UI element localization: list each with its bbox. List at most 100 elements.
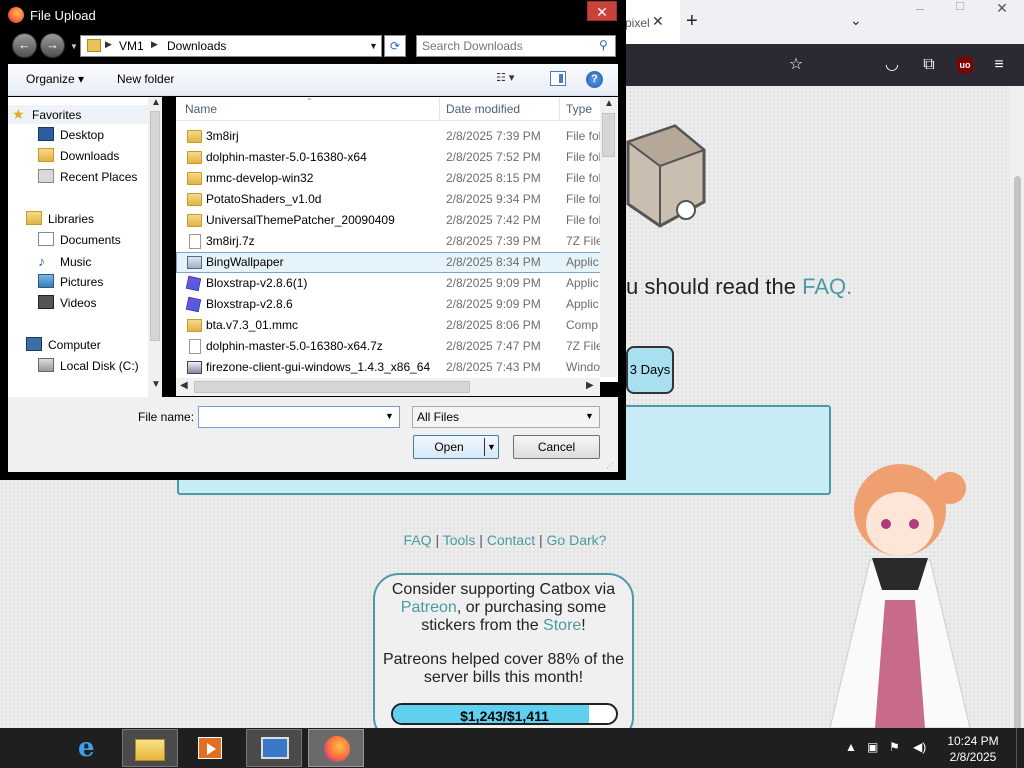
store-link[interactable]: Store	[543, 617, 581, 634]
file-list-hscrollbar-thumb[interactable]	[194, 381, 470, 393]
open-button[interactable]: Open ▼	[413, 435, 499, 459]
file-row[interactable]: Bloxstrap-v2.8.6(1) 2/8/2025 9:09 PM Appli…	[176, 273, 602, 294]
nav-downloads[interactable]: Downloads	[38, 147, 119, 166]
nav-libraries[interactable]: Libraries	[26, 210, 94, 229]
footer-link-go-dark[interactable]: Go Dark?	[547, 532, 607, 548]
maximize-icon[interactable]: ☐	[940, 0, 980, 22]
nav-computer[interactable]: Computer	[26, 336, 101, 355]
clock-time[interactable]: 10:24 PM	[938, 734, 1008, 748]
file-row[interactable]: bta.v7.3_01.mmc 2/8/2025 8:06 PM Comp	[176, 315, 602, 336]
file-list-scrollbar-thumb[interactable]	[602, 113, 615, 157]
minimize-icon[interactable]: –	[900, 0, 940, 22]
search-box[interactable]: ⚲	[416, 35, 616, 57]
footer-link-contact[interactable]: Contact	[487, 532, 535, 548]
column-divider[interactable]	[559, 97, 560, 121]
show-hidden-icons-icon[interactable]: ▲	[845, 740, 857, 754]
file-type-select[interactable]: All Files ▼	[412, 406, 600, 428]
bookmark-star-icon[interactable]: ☆	[785, 54, 807, 76]
nav-documents[interactable]: Documents	[38, 231, 121, 250]
scroll-up-icon[interactable]: ▲	[151, 97, 161, 108]
scroll-right-icon[interactable]: ▶	[586, 380, 594, 391]
taskbar-remote-desktop[interactable]	[246, 729, 302, 767]
recent-locations-dropdown-icon[interactable]: ▼	[70, 42, 78, 51]
column-type[interactable]: Type	[566, 102, 592, 116]
tab-close-icon[interactable]: ✕	[652, 13, 664, 30]
tab-list-chevron-icon[interactable]: ⌄	[850, 12, 862, 29]
file-row[interactable]: BingWallpaper 2/8/2025 8:34 PM Applic	[176, 252, 602, 273]
breadcrumb-vm1[interactable]: VM1	[119, 39, 144, 53]
file-row[interactable]: 3m8irj.7z 2/8/2025 7:39 PM 7Z File	[176, 231, 603, 252]
taskbar-internet-explorer[interactable]: e	[62, 729, 118, 767]
file-row[interactable]: UniversalThemePatcher_20090409 2/8/2025 7…	[176, 210, 602, 231]
column-divider[interactable]	[439, 97, 440, 121]
file-row[interactable]: Bloxstrap-v2.8.6 2/8/2025 9:09 PM Applic	[176, 294, 602, 315]
ublock-icon[interactable]: uo	[957, 57, 973, 73]
window-close-icon[interactable]: ✕	[980, 0, 1024, 22]
nav-pane-scrollbar[interactable]: ▲ ▼	[148, 97, 162, 397]
network-icon[interactable]: ▣	[867, 740, 878, 754]
taskbar-file-explorer[interactable]	[122, 729, 178, 767]
file-type-dropdown-icon[interactable]: ▼	[585, 411, 594, 421]
column-date-modified[interactable]: Date modified	[446, 102, 520, 116]
nav-recent-places[interactable]: Recent Places	[38, 168, 137, 187]
file-name-input[interactable]	[203, 410, 383, 424]
action-center-flag-icon[interactable]: ⚑	[889, 740, 900, 754]
nav-favorites[interactable]: ★ Favorites	[8, 105, 148, 124]
clock-date[interactable]: 2/8/2025	[938, 750, 1008, 764]
search-icon[interactable]: ⚲	[599, 38, 608, 52]
nav-desktop[interactable]: Desktop	[38, 126, 104, 145]
nav-pane-scrollbar-thumb[interactable]	[150, 111, 160, 341]
expiry-3-days-button[interactable]: 3 Days	[626, 346, 674, 394]
file-row[interactable]: mmc-develop-win32 2/8/2025 8:15 PM File fo…	[176, 168, 602, 189]
file-row[interactable]: dolphin-master-5.0-16380-x64 2/8/2025 7:5…	[176, 147, 602, 168]
nav-pictures[interactable]: Pictures	[38, 273, 103, 292]
breadcrumb-arrow-icon[interactable]: ▶	[151, 39, 158, 50]
help-icon[interactable]: ?	[586, 71, 603, 88]
taskbar-firefox[interactable]	[308, 729, 364, 767]
file-list-hscrollbar[interactable]: ◀ ▶	[176, 378, 600, 396]
footer-link-faq[interactable]: FAQ	[404, 532, 432, 548]
change-view-icon[interactable]: ☷ ▾	[496, 71, 528, 87]
breadcrumb-arrow-icon[interactable]: ▶	[105, 39, 112, 50]
forward-icon[interactable]: →	[40, 33, 65, 58]
open-dropdown-icon[interactable]: ▼	[487, 442, 496, 452]
resize-grip-icon[interactable]: ⋰	[606, 461, 614, 470]
page-scrollbar-thumb[interactable]	[1014, 176, 1021, 768]
file-name-combobox[interactable]: ▼	[198, 406, 400, 428]
address-dropdown-icon[interactable]: ▼	[369, 41, 378, 51]
breadcrumb-downloads[interactable]: Downloads	[167, 39, 226, 53]
taskbar-media-player[interactable]	[182, 729, 238, 767]
nav-music[interactable]: ♪ Music	[38, 252, 91, 271]
scroll-down-icon[interactable]: ▼	[151, 379, 161, 390]
show-desktop-button[interactable]	[1016, 728, 1024, 768]
back-icon[interactable]: ←	[12, 33, 37, 58]
column-name[interactable]: Name	[185, 102, 217, 116]
refresh-icon[interactable]: ⟳	[384, 35, 406, 57]
file-row[interactable]: firezone-client-gui-windows_1.4.3_x86_64…	[176, 357, 602, 378]
patreon-link[interactable]: Patreon	[401, 599, 457, 616]
file-name-dropdown-icon[interactable]: ▼	[385, 411, 394, 421]
file-row[interactable]: dolphin-master-5.0-16380-x64.7z 2/8/2025 …	[176, 336, 603, 357]
pocket-icon[interactable]: ◡	[881, 54, 903, 76]
file-row[interactable]: PotatoShaders_v1.0d 2/8/2025 9:34 PM File …	[176, 189, 602, 210]
volume-icon[interactable]: ◀)	[913, 740, 926, 754]
address-bar[interactable]: ▶ VM1 ▶ Downloads ▼	[80, 35, 382, 57]
dialog-title-bar[interactable]: File Upload ✕	[0, 0, 626, 30]
file-list-scrollbar[interactable]: ▲	[600, 97, 617, 377]
scroll-up-icon[interactable]: ▲	[604, 98, 614, 109]
search-input[interactable]	[422, 39, 592, 53]
menu-icon[interactable]: ≡	[988, 54, 1010, 76]
cancel-button[interactable]: Cancel	[513, 435, 600, 459]
extensions-icon[interactable]: ⧉	[918, 54, 940, 76]
scroll-left-icon[interactable]: ◀	[180, 380, 188, 391]
organize-button[interactable]: Organize ▾	[26, 72, 84, 86]
new-tab-icon[interactable]: +	[686, 10, 698, 33]
faq-link[interactable]: FAQ.	[802, 274, 852, 299]
page-scrollbar[interactable]	[1010, 86, 1024, 768]
nav-videos[interactable]: Videos	[38, 294, 96, 313]
file-row[interactable]: 3m8irj 2/8/2025 7:39 PM File fol	[176, 126, 602, 147]
dialog-close-button[interactable]: ✕	[587, 1, 617, 21]
nav-local-disk[interactable]: Local Disk (C:)	[38, 357, 139, 376]
footer-link-tools[interactable]: Tools	[443, 532, 476, 548]
new-folder-button[interactable]: New folder	[117, 72, 174, 86]
